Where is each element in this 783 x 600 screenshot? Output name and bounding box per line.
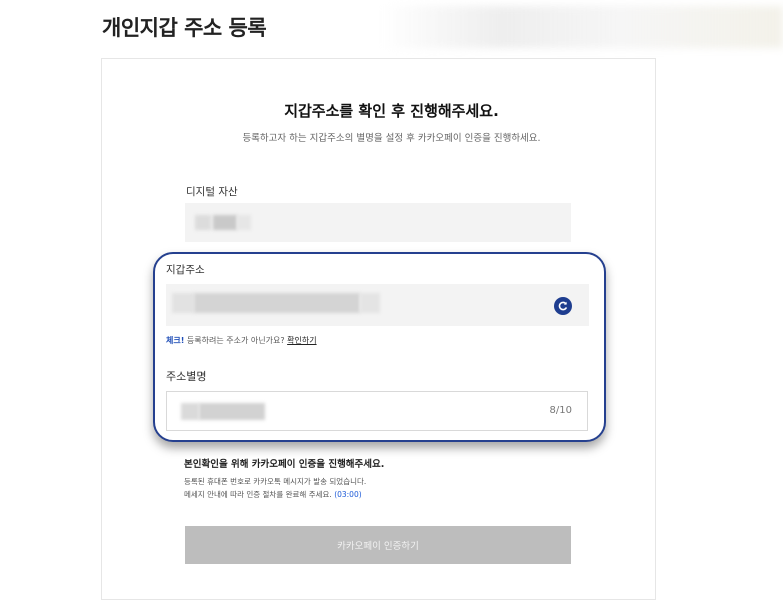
- countdown-timer: (03:00): [334, 490, 362, 499]
- nickname-input[interactable]: 8/10: [166, 391, 588, 431]
- check-tag: 체크!: [166, 336, 185, 345]
- redacted-asset-name: [213, 215, 237, 230]
- blurred-header-background: [380, 6, 783, 48]
- confirm-link[interactable]: 확인하기: [287, 336, 316, 345]
- digital-asset-field: [185, 203, 571, 242]
- nickname-label: 주소별명: [166, 370, 207, 383]
- redacted-address: [194, 293, 360, 313]
- redacted-asset-icon: [195, 215, 211, 230]
- address-check-notice: 체크! 등록하려는 주소가 아닌가요? 확인하기: [166, 335, 317, 346]
- refresh-icon[interactable]: [554, 297, 572, 315]
- check-text: 등록하려는 주소가 아닌가요?: [184, 336, 285, 345]
- redacted-asset-tail: [237, 215, 251, 230]
- card-subheading: 등록하고자 하는 지갑주소의 별명을 설정 후 카카오페이 인증을 진행하세요.: [242, 133, 541, 144]
- nickname-char-counter: 8/10: [549, 405, 572, 416]
- redacted-address-part: [172, 293, 194, 313]
- redacted-address-tail: [360, 293, 380, 313]
- wallet-address-field: [166, 284, 589, 326]
- redacted-nickname: [199, 403, 265, 420]
- kakaopay-verify-button[interactable]: 카카오페이 인증하기: [185, 526, 571, 564]
- verification-notice-line1: 등록된 휴대폰 번호로 카카오톡 메시지가 발송 되었습니다.: [184, 477, 367, 486]
- page-title: 개인지갑 주소 등록: [102, 16, 267, 40]
- verification-notice-title: 본인확인을 위해 카카오페이 인증을 진행해주세요.: [184, 459, 385, 470]
- redacted-nickname-a: [181, 403, 199, 420]
- digital-asset-label: 디지털 자산: [186, 186, 238, 198]
- verification-notice-line2: 메세지 안내에 따라 인증 절차를 완료해 주세요. (03:00): [184, 489, 362, 500]
- card-heading: 지갑주소를 확인 후 진행해주세요.: [284, 102, 499, 120]
- wallet-address-label: 지갑주소: [166, 264, 205, 276]
- verification-notice-line2-text: 메세지 안내에 따라 인증 절차를 완료해 주세요.: [184, 490, 332, 499]
